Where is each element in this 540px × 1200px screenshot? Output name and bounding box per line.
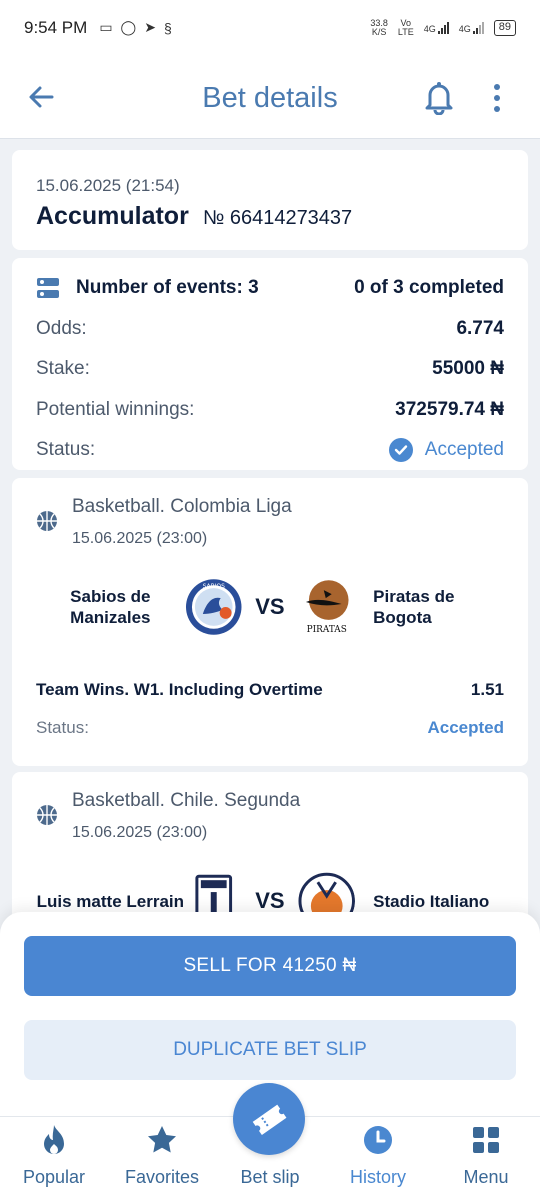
league-name: Basketball. Colombia Liga (72, 496, 292, 517)
nav-history[interactable]: History (324, 1117, 432, 1200)
more-dot-icon (494, 84, 500, 90)
grid-icon (469, 1123, 503, 1157)
stake-row: Stake: 55000 ₦ (36, 358, 504, 380)
versus-label: VS (255, 888, 285, 913)
s-app-icon: § (163, 19, 172, 36)
bet-type: Accumulator (36, 202, 189, 230)
signal-icon-1: 4G (424, 21, 449, 34)
nav-popular[interactable]: Popular (0, 1117, 108, 1200)
odds-row: Odds: 6.774 (36, 317, 504, 339)
nav-menu[interactable]: Menu (432, 1117, 540, 1200)
status-bar: 9:54 PM ▭ ◯ ➤ § 33.8 K/S Vo LTE 4G 4G 89 (0, 0, 540, 55)
events-completed: 0 of 3 completed (354, 277, 504, 299)
bet-header-card: 15.06.2025 (21:54) Accumulator № 6641427… (12, 150, 528, 250)
home-team: Sabios de Manizales (70, 587, 151, 627)
page-title: Bet details (202, 82, 338, 114)
basketball-icon (37, 805, 57, 825)
telegram-icon: ➤ (144, 19, 156, 35)
net-speed: 33.8 K/S (370, 17, 388, 37)
fire-icon (37, 1123, 71, 1157)
event-card[interactable]: Basketball. Colombia Liga 15.06.2025 (23… (12, 478, 528, 766)
signal-icon-2: 4G (459, 21, 484, 34)
status-badge: Accepted (424, 439, 504, 461)
home-team-logo: SABIOS (185, 579, 242, 635)
duplicate-bet-slip-button[interactable]: DUPLICATE BET SLIP (24, 1020, 516, 1080)
event-card[interactable]: Basketball. Chile. Segunda 15.06.2025 (2… (12, 772, 528, 932)
bell-icon (425, 82, 453, 116)
basketball-icon (37, 511, 57, 531)
teams-row: Sabios de Manizales SABIOS VS PIRATAS Pi… (36, 572, 504, 642)
bet-number: № 66414273437 (202, 207, 353, 229)
event-status-row: Status: Accepted (36, 718, 504, 737)
away-team: Piratas de Bogota (373, 587, 455, 627)
whatsapp-icon: ◯ (120, 19, 137, 35)
events-row: Number of events: 3 0 of 3 completed (36, 268, 504, 309)
clock-icon (361, 1123, 395, 1157)
bet-date: 15.06.2025 (21:54) (36, 176, 180, 195)
events-count: Number of events: 3 (76, 277, 259, 299)
notifications-button[interactable] (422, 79, 456, 116)
more-options-button[interactable] (486, 81, 508, 115)
versus-label: VS (255, 594, 285, 619)
winnings-row: Potential winnings: 372579.74 ₦ (36, 398, 504, 420)
market-row: Team Wins. W1. Including Overtime 1.51 (36, 680, 504, 700)
status-time: 9:54 PM (24, 17, 88, 37)
stake-value: 55000 ₦ (432, 358, 504, 380)
notification-icons: ▭ ◯ ➤ § (99, 19, 171, 36)
event-date: 15.06.2025 (23:00) (72, 530, 208, 547)
bet-summary-card: Number of events: 3 0 of 3 completed Odd… (12, 258, 528, 470)
home-team: Luis matte Lerrain (36, 891, 185, 911)
event-status: Accepted (427, 718, 504, 737)
winnings-value: 372579.74 ₦ (395, 398, 504, 420)
market-odds: 1.51 (470, 680, 504, 699)
bet-slip-fab[interactable] (233, 1083, 305, 1155)
star-icon (145, 1123, 179, 1157)
away-team: Stadio Italiano (373, 891, 490, 911)
nav-favorites[interactable]: Favorites (108, 1117, 216, 1200)
svg-text:SABIOS: SABIOS (202, 583, 224, 590)
league-name: Basketball. Chile. Segunda (72, 790, 301, 811)
svg-text:PIRATAS: PIRATAS (306, 625, 346, 635)
events-list-icon (37, 278, 59, 299)
game-icon: ▭ (99, 19, 113, 35)
event-date: 15.06.2025 (23:00) (72, 824, 208, 841)
sell-button[interactable]: SELL FOR 41250 ₦ (24, 936, 516, 996)
status-row: Status: Accepted (36, 438, 504, 463)
system-icons: 33.8 K/S Vo LTE 4G 4G 89 (370, 17, 516, 37)
market-name: Team Wins. W1. Including Overtime (36, 680, 323, 699)
bet-type-row: Accumulator № 66414273437 (36, 202, 504, 231)
battery-icon: 89 (493, 19, 516, 36)
odds-value: 6.774 (456, 317, 504, 339)
app-header: Bet details (0, 55, 540, 139)
volte-indicator: Vo LTE (397, 17, 414, 37)
ticket-icon (252, 1104, 287, 1135)
away-team-logo: PIRATAS (305, 580, 349, 635)
check-circle-icon (388, 438, 413, 463)
